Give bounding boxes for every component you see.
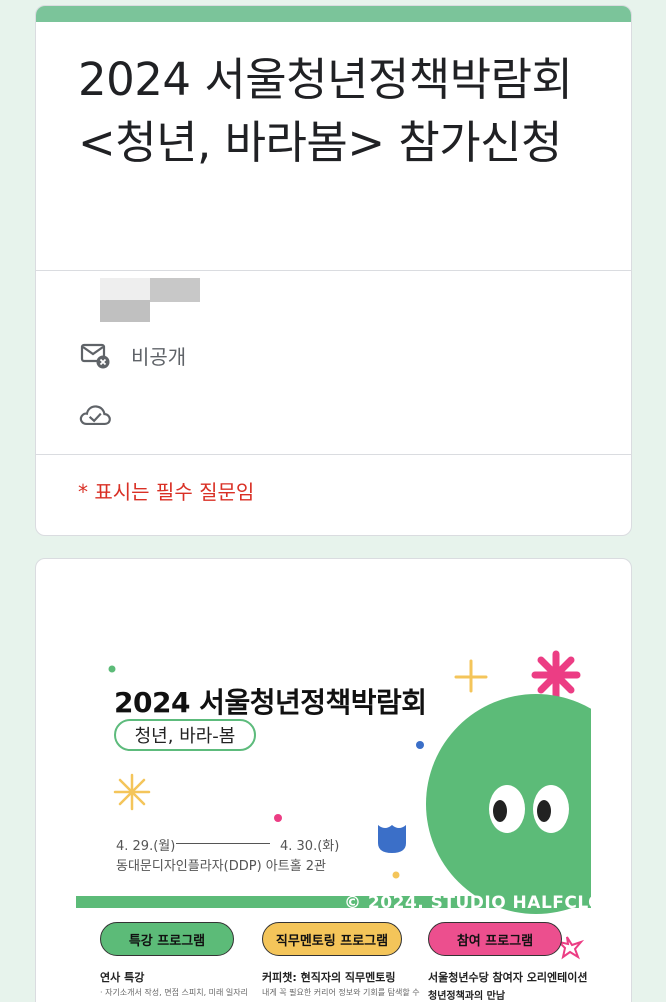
poster-title: 2024 서울청년정책박람회 — [114, 686, 427, 719]
poster-copyright: © 2024. STUDIO HALFCLO — [344, 893, 591, 913]
poster-image: 2024 서울청년정책박람회 청년, 바라-봄 4. 29.(월) 4. 30.… — [76, 639, 591, 1002]
email-status-text: 비공개 — [131, 344, 187, 369]
save-status-row — [78, 398, 112, 432]
poster-subtitle: 청년, 바라-봄 — [114, 719, 256, 751]
poster-card: 2024 서울청년정책박람회 청년, 바라-봄 4. 29.(월) 4. 30.… — [35, 558, 632, 1002]
program-badge: 특강 프로그램 — [100, 922, 234, 956]
cloud-check-icon — [78, 398, 112, 432]
email-status-row: 비공개 — [78, 338, 186, 372]
mail-icon — [78, 338, 112, 372]
account-redacted — [100, 278, 200, 324]
program-detail: · 자기소개서 작성, 면접 스피치, 미래 일자리 — [100, 988, 249, 997]
poster-venue: 동대문디자인플라자(DDP) 아트홀 2관 — [116, 859, 327, 874]
form-header-card: 2024 서울청년정책박람회 <청년, 바라봄> 참가신청 비공개 * 표시는 … — [35, 5, 632, 536]
program-heading: 연사 특강 — [100, 971, 145, 984]
date-separator — [176, 843, 270, 844]
program-detail: 청년정책과의 만남 — [428, 991, 506, 1002]
form-title: 2024 서울청년정책박람회 <청년, 바라봄> 참가신청 — [78, 53, 573, 169]
required-note: * 표시는 필수 질문임 — [78, 480, 255, 504]
program-heading: 서울청년수당 참여자 오리엔테이션 — [428, 971, 588, 984]
accent-bar — [36, 6, 631, 22]
divider — [36, 270, 631, 271]
poster-date-end: 4. 30.(화) — [280, 839, 340, 854]
program-heading: 커피챗: 현직자의 직무멘토링 — [262, 971, 396, 984]
program-badge: 참여 프로그램 — [428, 922, 562, 956]
program-detail: 내게 꼭 필요한 커리어 정보와 기회를 탐색할 수 — [262, 988, 420, 997]
poster-date-start: 4. 29.(월) — [116, 839, 176, 854]
divider — [36, 454, 631, 455]
program-badge: 직무멘토링 프로그램 — [262, 922, 402, 956]
